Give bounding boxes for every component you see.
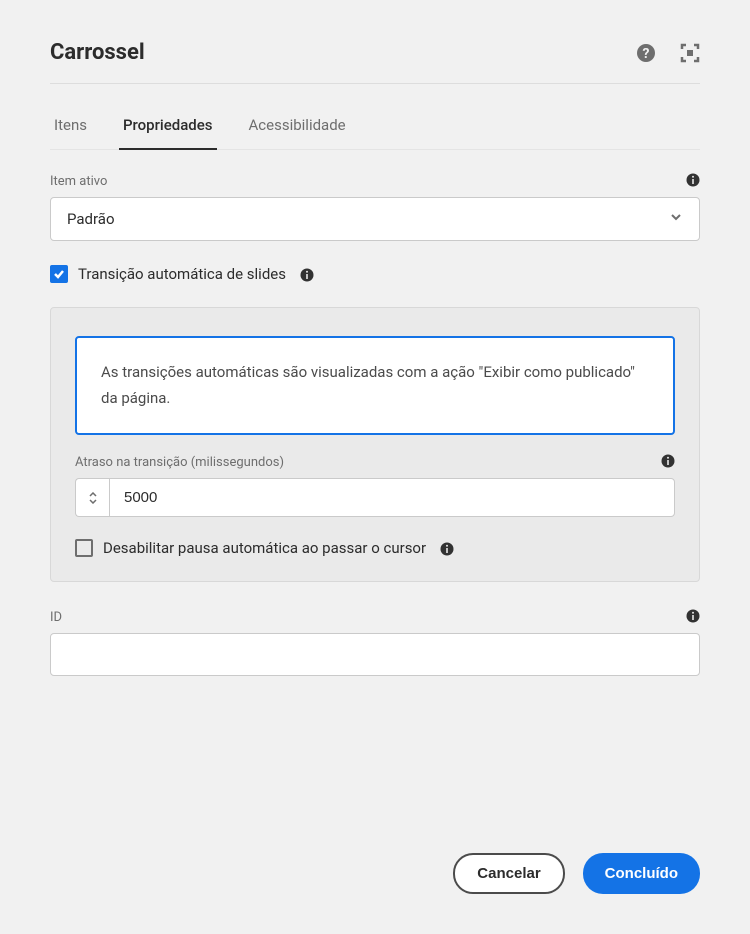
checkbox-disable-pause-row: Desabilitar pausa automática ao passar o… [75, 539, 675, 557]
auto-transition-panel: As transições automáticas são visualizad… [50, 307, 700, 582]
checkbox-auto-transition-row: Transição automática de slides [50, 265, 700, 283]
fullscreen-icon[interactable] [680, 43, 700, 63]
select-value: Padrão [67, 210, 115, 228]
id-input[interactable] [50, 633, 700, 676]
dialog-header: Carrossel ? [50, 40, 700, 84]
delay-input[interactable] [109, 478, 675, 517]
label-auto-transition: Transição automática de slides [78, 265, 286, 283]
svg-text:?: ? [643, 46, 650, 62]
checkbox-disable-pause[interactable] [75, 539, 93, 557]
field-item-ativo: Item ativo Padrão [50, 174, 700, 241]
cancel-button[interactable]: Cancelar [453, 853, 564, 894]
delay-stepper[interactable] [75, 478, 109, 517]
done-button[interactable]: Concluído [583, 853, 700, 894]
delay-input-wrap [75, 478, 675, 517]
select-item-ativo[interactable]: Padrão [50, 197, 700, 241]
field-id: ID [50, 610, 700, 676]
dialog-title: Carrossel [50, 40, 145, 65]
info-icon[interactable] [300, 267, 314, 281]
tab-acessibilidade[interactable]: Acessibilidade [245, 102, 350, 150]
info-callout: As transições automáticas são visualizad… [75, 336, 675, 435]
help-icon[interactable]: ? [636, 43, 656, 63]
label-delay: Atraso na transição (milissegundos) [75, 455, 675, 470]
label-id: ID [50, 610, 700, 625]
label-disable-pause: Desabilitar pausa automática ao passar o… [103, 539, 426, 557]
tab-itens[interactable]: Itens [50, 102, 91, 150]
tab-propriedades[interactable]: Propriedades [119, 102, 217, 150]
checkbox-auto-transition[interactable] [50, 265, 68, 283]
chevron-down-icon [669, 210, 683, 228]
field-delay: Atraso na transição (milissegundos) [75, 455, 675, 517]
dialog-footer: Cancelar Concluído [453, 853, 700, 894]
label-item-ativo: Item ativo [50, 174, 700, 189]
info-icon[interactable] [440, 541, 454, 555]
info-icon[interactable] [661, 453, 675, 467]
header-actions: ? [636, 43, 700, 63]
tabs: Itens Propriedades Acessibilidade [50, 102, 700, 150]
info-icon[interactable] [686, 608, 700, 622]
info-icon[interactable] [686, 172, 700, 186]
